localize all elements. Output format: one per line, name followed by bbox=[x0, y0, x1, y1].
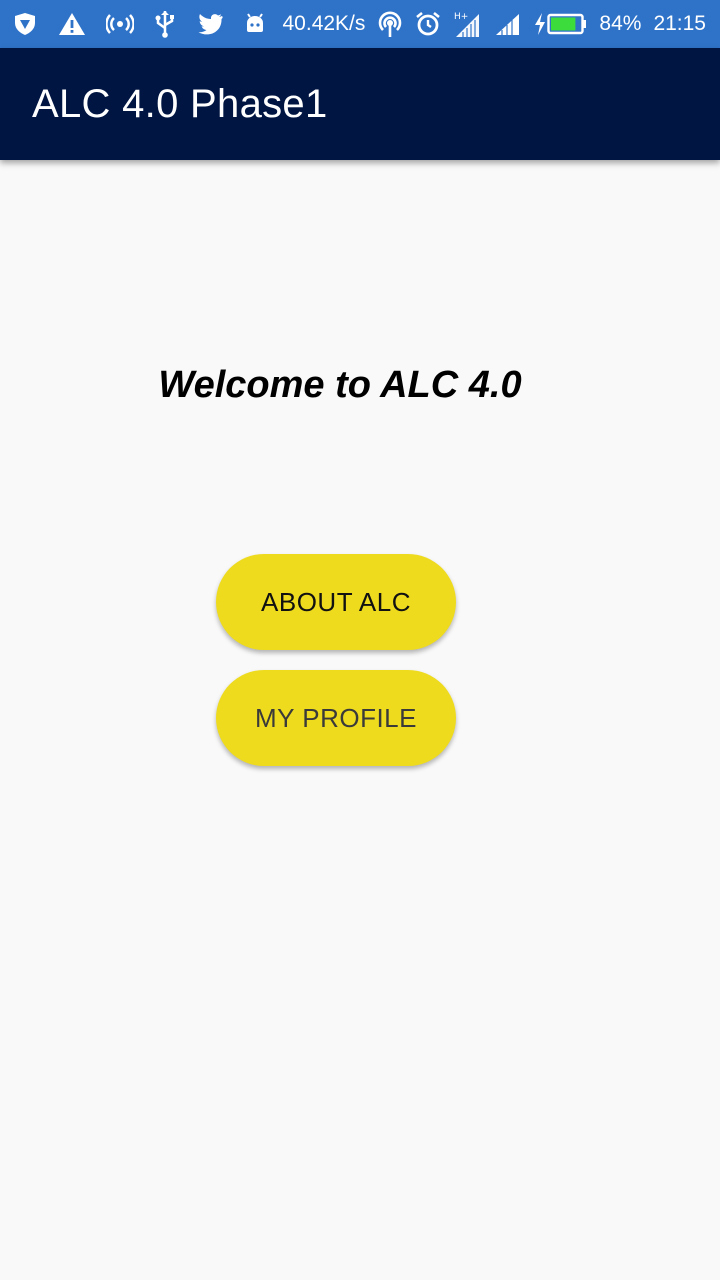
svg-text:H+: H+ bbox=[454, 12, 468, 22]
notification-icons bbox=[12, 10, 266, 38]
app-bar: ALC 4.0 Phase1 bbox=[0, 48, 720, 160]
charging-icon bbox=[533, 12, 547, 36]
twitter-icon bbox=[196, 12, 224, 36]
shield-icon bbox=[12, 11, 38, 37]
signal-icon bbox=[493, 12, 521, 36]
battery-percent: 84% bbox=[599, 12, 642, 35]
system-status: 40.42K/s H+ 84% 21:15 bbox=[282, 10, 706, 38]
alarm-icon bbox=[415, 11, 441, 37]
clock: 21:15 bbox=[653, 12, 706, 35]
hotspot-icon bbox=[106, 12, 134, 36]
nfc-icon bbox=[377, 10, 403, 38]
signal-h-plus-icon: H+ bbox=[453, 10, 481, 38]
app-title: ALC 4.0 Phase1 bbox=[32, 81, 328, 126]
network-speed: 40.42K/s bbox=[282, 12, 366, 35]
usb-icon bbox=[154, 10, 176, 38]
about-alc-button[interactable]: ABOUT ALC bbox=[216, 554, 456, 650]
warning-icon bbox=[58, 11, 86, 37]
android-icon bbox=[244, 13, 266, 35]
battery-indicator bbox=[533, 12, 587, 36]
battery-icon bbox=[547, 13, 587, 35]
welcome-text: Welcome to ALC 4.0 bbox=[158, 364, 522, 406]
status-bar: 40.42K/s H+ 84% 21:15 bbox=[0, 0, 720, 48]
my-profile-button[interactable]: MY PROFILE bbox=[216, 670, 456, 766]
